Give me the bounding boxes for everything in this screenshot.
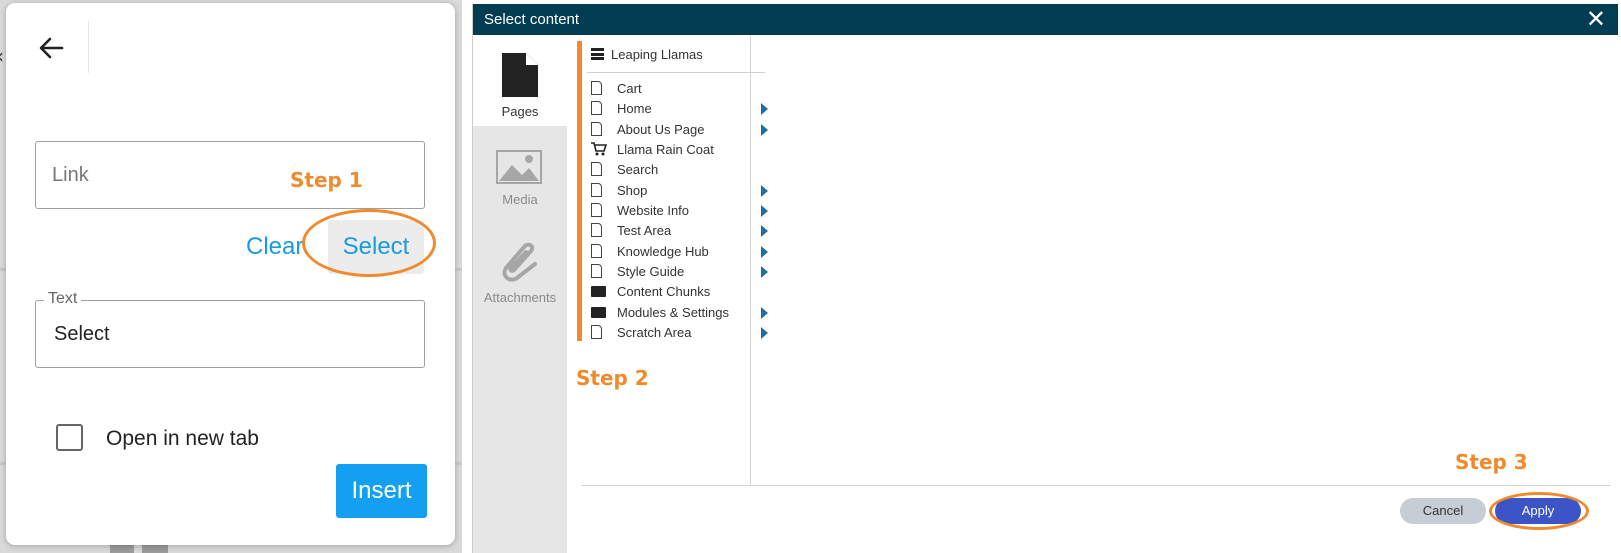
text-field[interactable]: Text Select — [35, 290, 425, 368]
paperclip-icon — [502, 242, 537, 282]
step-2-label: Step 2 — [576, 366, 649, 390]
cart-icon — [591, 142, 608, 159]
footer-divider — [581, 485, 1611, 486]
step-3-label: Step 3 — [1455, 450, 1528, 474]
header-divider — [88, 21, 89, 73]
page-icon — [591, 264, 602, 278]
expand-caret-icon[interactable] — [761, 327, 768, 339]
close-icon[interactable]: ✕ — [1586, 6, 1606, 32]
folder-icon — [591, 305, 606, 318]
step-1-highlight-ring — [302, 209, 436, 277]
page-icon — [591, 101, 602, 115]
tree-item-cart[interactable]: Cart — [587, 79, 767, 99]
clear-button[interactable]: Clear — [246, 233, 303, 261]
dialog-titlebar: Select content ✕ — [473, 4, 1618, 35]
tree-item-about-us[interactable]: About Us Page — [587, 120, 768, 140]
page-icon — [502, 53, 538, 97]
tree-item-label: Test Area — [617, 223, 672, 238]
expand-caret-icon[interactable] — [761, 205, 768, 217]
text-field-legend: Text — [44, 290, 82, 308]
cancel-button[interactable]: Cancel — [1400, 498, 1486, 524]
open-new-tab-label[interactable]: Open in new tab — [106, 427, 259, 451]
tree-item-label: Knowledge Hub — [617, 244, 709, 259]
expand-caret-icon[interactable] — [761, 307, 768, 319]
open-new-tab-checkbox[interactable] — [56, 424, 83, 451]
tree-item-label: Content Chunks — [617, 284, 711, 299]
tree-item-label: Style Guide — [617, 264, 685, 279]
tab-media-label: Media — [502, 192, 538, 207]
tree-item-label: Cart — [617, 81, 642, 96]
step-1-label: Step 1 — [290, 168, 363, 192]
expand-caret-icon[interactable] — [761, 103, 768, 115]
database-icon — [591, 47, 604, 60]
expand-caret-icon[interactable] — [761, 266, 768, 278]
tab-media[interactable]: Media — [473, 126, 567, 226]
tree-item-label: Llama Rain Coat — [617, 142, 714, 157]
dialog-title: Select content — [484, 11, 580, 28]
tree-item-label: About Us Page — [617, 122, 705, 137]
folder-icon — [591, 284, 606, 297]
expand-caret-icon[interactable] — [761, 124, 768, 136]
tree-item-llama-rain-coat[interactable]: Llama Rain Coat — [587, 140, 767, 160]
page-icon — [591, 223, 602, 237]
page-icon — [591, 122, 602, 136]
image-icon — [496, 150, 542, 184]
link-field[interactable] — [35, 141, 425, 209]
page-tree: Leaping Llamas Cart Home About Us Page L… — [577, 41, 768, 343]
tree-panel-divider — [750, 35, 751, 485]
tree-item-content-chunks[interactable]: Content Chunks — [587, 282, 767, 302]
tree-item-search[interactable]: Search — [587, 160, 767, 180]
insert-button[interactable]: Insert — [336, 464, 427, 518]
tree-item-modules-settings[interactable]: Modules & Settings — [587, 303, 768, 323]
tree-item-style-guide[interactable]: Style Guide — [587, 262, 768, 282]
tree-item-label: Scratch Area — [617, 325, 692, 340]
tree-item-label: Home — [617, 101, 652, 116]
page-icon — [591, 244, 602, 258]
tree-item-label: Website Info — [617, 203, 690, 218]
tree-root-divider — [587, 72, 765, 73]
tree-item-scratch-area[interactable]: Scratch Area — [587, 323, 768, 343]
select-content-dialog: Select content ✕ Pages Media Attachments — [472, 4, 1618, 553]
page-icon — [591, 183, 602, 197]
tree-item-knowledge-hub[interactable]: Knowledge Hub — [587, 242, 768, 262]
tab-attachments-label: Attachments — [483, 290, 557, 305]
expand-caret-icon[interactable] — [761, 225, 768, 237]
page-icon — [591, 203, 602, 217]
page-icon — [591, 81, 602, 95]
tree-item-test-area[interactable]: Test Area — [587, 221, 768, 241]
expand-caret-icon[interactable] — [761, 185, 768, 197]
tab-pages[interactable]: Pages — [473, 35, 567, 126]
expand-caret-icon[interactable] — [761, 246, 768, 258]
backdrop-edge-glyph: ‹ — [0, 44, 4, 68]
tab-attachments[interactable]: Attachments — [473, 226, 567, 326]
tree-root-label: Leaping Llamas — [611, 47, 703, 62]
tree-item-shop[interactable]: Shop — [587, 181, 768, 201]
page-icon — [591, 162, 602, 176]
step-3-highlight-ring — [1489, 492, 1589, 530]
tree-item-home[interactable]: Home — [587, 99, 768, 119]
tree-selection-accent — [577, 41, 582, 341]
content-type-rail: Pages Media Attachments — [473, 35, 567, 553]
text-field-value[interactable]: Select — [54, 323, 110, 346]
back-arrow-icon[interactable] — [36, 33, 72, 69]
tab-pages-label: Pages — [501, 104, 539, 119]
tree-item-label: Search — [617, 162, 659, 177]
tree-item-website-info[interactable]: Website Info — [587, 201, 768, 221]
page-icon — [591, 325, 602, 339]
tree-item-label: Modules & Settings — [617, 305, 730, 320]
tree-item-label: Shop — [617, 183, 648, 198]
